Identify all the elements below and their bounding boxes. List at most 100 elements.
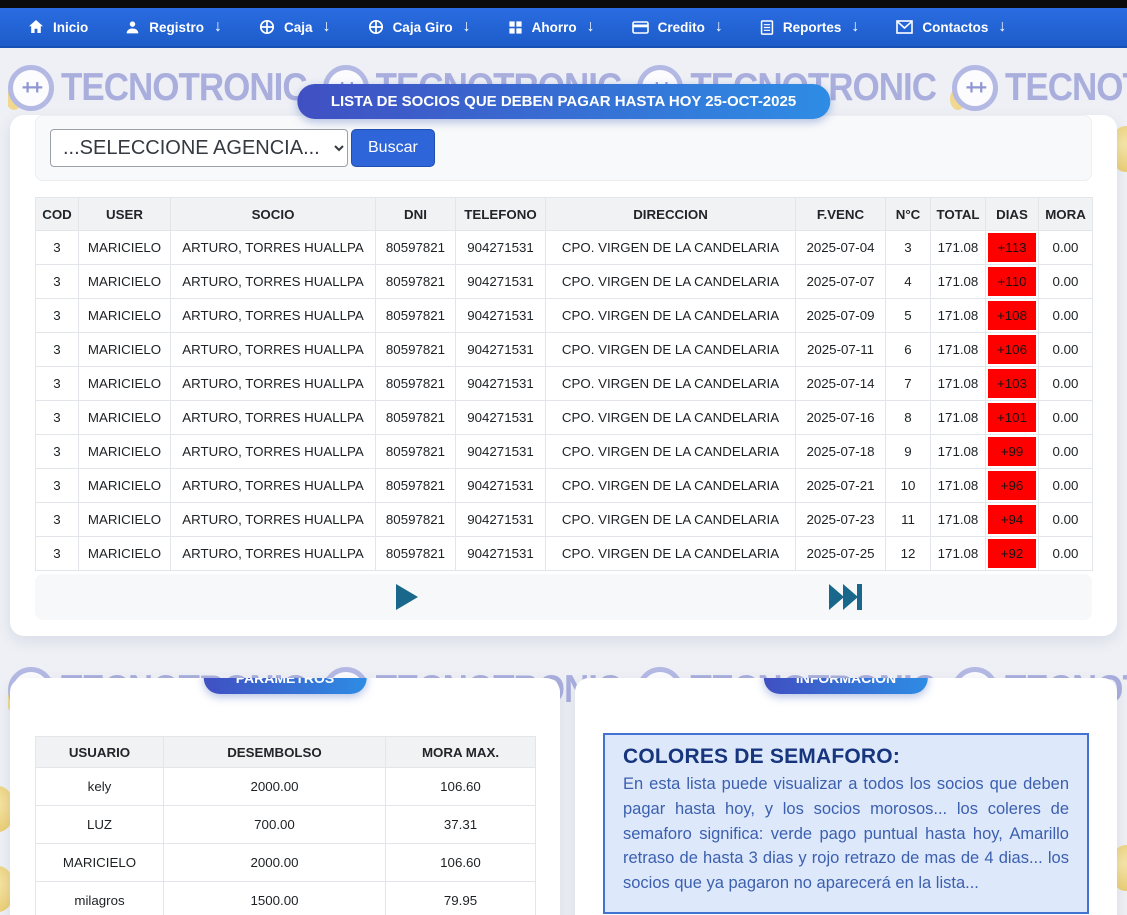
table-cell: CPO. VIRGEN DE LA CANDELARIA xyxy=(546,401,796,435)
table-cell: +106 xyxy=(986,333,1039,367)
dias-overdue-badge: +96 xyxy=(988,471,1036,500)
table-cell: 9 xyxy=(886,435,931,469)
table-cell: ARTURO, TORRES HUALLPA xyxy=(171,537,376,571)
column-header: MORA xyxy=(1039,198,1093,231)
table-cell: CPO. VIRGEN DE LA CANDELARIA xyxy=(546,299,796,333)
table-row: 3MARICIELOARTURO, TORRES HUALLPA80597821… xyxy=(36,401,1093,435)
table-cell: 80597821 xyxy=(376,469,456,503)
header-row: USUARIODESEMBOLSOMORA MAX. xyxy=(36,737,536,768)
nav-item-inicio[interactable]: Inicio xyxy=(28,19,88,35)
table-cell: 171.08 xyxy=(931,435,986,469)
column-header: DESEMBOLSO xyxy=(164,737,386,768)
table-cell: kely xyxy=(36,768,164,806)
globe-icon xyxy=(259,19,275,35)
table-cell: 171.08 xyxy=(931,265,986,299)
nav-item-label: Ahorro xyxy=(532,20,577,35)
table-cell: 3 xyxy=(36,435,79,469)
last-page-icon[interactable] xyxy=(828,582,864,617)
table-cell: 3 xyxy=(36,333,79,367)
table-cell: 6 xyxy=(886,333,931,367)
table-row: 3MARICIELOARTURO, TORRES HUALLPA80597821… xyxy=(36,231,1093,265)
table-row: milagros1500.0079.95 xyxy=(36,882,536,915)
agency-select[interactable]: ...SELECCIONE AGENCIA... xyxy=(50,129,348,167)
table-cell: 904271531 xyxy=(456,503,546,537)
column-header: USUARIO xyxy=(36,737,164,768)
table-cell: CPO. VIRGEN DE LA CANDELARIA xyxy=(546,231,796,265)
table-cell: 0.00 xyxy=(1039,299,1093,333)
nav-item-reportes[interactable]: Reportes ↓ xyxy=(760,18,860,36)
informacion-card: INFORMACION COLORES DE SEMAFORO: En esta… xyxy=(575,678,1117,915)
table-cell: 80597821 xyxy=(376,435,456,469)
table-cell: 171.08 xyxy=(931,469,986,503)
table-cell: LUZ xyxy=(36,806,164,844)
table-cell: CPO. VIRGEN DE LA CANDELARIA xyxy=(546,435,796,469)
table-cell: 1500.00 xyxy=(164,882,386,915)
table-cell: 171.08 xyxy=(931,333,986,367)
table-cell: 904271531 xyxy=(456,265,546,299)
table-cell: 171.08 xyxy=(931,367,986,401)
table-cell: 0.00 xyxy=(1039,469,1093,503)
semaforo-info-title: COLORES DE SEMAFORO: xyxy=(623,745,1069,769)
nav-item-caja[interactable]: Caja↓ xyxy=(259,18,331,36)
nav-item-credito[interactable]: Credito↓ xyxy=(632,18,723,36)
column-header: TOTAL xyxy=(931,198,986,231)
nav-item-label: Reportes xyxy=(783,20,842,35)
nav-item-registro[interactable]: Registro ↓ xyxy=(125,18,222,36)
nav-item-caja-giro[interactable]: Caja Giro↓ xyxy=(368,18,471,36)
page-title: LISTA DE SOCIOS QUE DEBEN PAGAR HASTA HO… xyxy=(297,84,830,119)
credit-card-icon xyxy=(632,20,649,35)
table-cell: 2000.00 xyxy=(164,844,386,882)
dias-overdue-badge: +99 xyxy=(988,437,1036,466)
semaforo-info-text: En esta lista puede visualizar a todos l… xyxy=(623,772,1069,896)
nav-item-label: Credito xyxy=(658,20,705,35)
table-cell: 3 xyxy=(36,401,79,435)
table-cell: 11 xyxy=(886,503,931,537)
pagination-bar xyxy=(35,574,1092,620)
table-cell: +94 xyxy=(986,503,1039,537)
home-icon xyxy=(28,19,44,35)
table-cell: MARICIELO xyxy=(36,844,164,882)
column-header: USER xyxy=(79,198,171,231)
table-cell: ARTURO, TORRES HUALLPA xyxy=(171,401,376,435)
table-row: 3MARICIELOARTURO, TORRES HUALLPA80597821… xyxy=(36,367,1093,401)
nav-item-label: Registro xyxy=(149,20,204,35)
table-row: MARICIELO2000.00106.60 xyxy=(36,844,536,882)
socios-table-head: CODUSERSOCIODNITELEFONODIRECCIONF.VENCN°… xyxy=(36,198,1093,231)
table-cell: 80597821 xyxy=(376,299,456,333)
table-cell: CPO. VIRGEN DE LA CANDELARIA xyxy=(546,469,796,503)
nav-item-ahorro[interactable]: Ahorro↓ xyxy=(508,18,595,36)
dropdown-arrow-icon: ↓ xyxy=(214,18,222,36)
nav-item-contactos[interactable]: Contactos↓ xyxy=(896,18,1006,36)
dias-overdue-badge: +108 xyxy=(988,301,1036,330)
dropdown-arrow-icon: ↓ xyxy=(998,18,1006,36)
column-header: COD xyxy=(36,198,79,231)
table-cell: 37.31 xyxy=(386,806,536,844)
table-cell: 904271531 xyxy=(456,299,546,333)
parametros-table-body: kely2000.00106.60LUZ700.0037.31MARICIELO… xyxy=(36,768,536,915)
watermark-text: TECNOTRONIC xyxy=(61,66,307,110)
table-cell: ARTURO, TORRES HUALLPA xyxy=(171,333,376,367)
next-page-icon[interactable] xyxy=(394,582,420,617)
table-cell: 171.08 xyxy=(931,299,986,333)
table-cell: 0.00 xyxy=(1039,435,1093,469)
navbar: InicioRegistro↓Caja↓Caja Giro↓Ahorro↓Cre… xyxy=(0,8,1127,48)
table-cell: 4 xyxy=(886,265,931,299)
table-cell: 80597821 xyxy=(376,333,456,367)
table-cell: ARTURO, TORRES HUALLPA xyxy=(171,265,376,299)
table-cell: 12 xyxy=(886,537,931,571)
informacion-title: INFORMACION xyxy=(764,678,928,694)
table-cell: 79.95 xyxy=(386,882,536,915)
table-cell: 2025-07-07 xyxy=(796,265,886,299)
socios-table: CODUSERSOCIODNITELEFONODIRECCIONF.VENCN°… xyxy=(35,197,1093,571)
table-cell: MARICIELO xyxy=(79,299,171,333)
buscar-button[interactable]: Buscar xyxy=(351,129,435,167)
header-row: CODUSERSOCIODNITELEFONODIRECCIONF.VENCN°… xyxy=(36,198,1093,231)
table-cell: 3 xyxy=(36,503,79,537)
dias-overdue-badge: +103 xyxy=(988,369,1036,398)
dropdown-arrow-icon: ↓ xyxy=(851,18,859,36)
table-row: 3MARICIELOARTURO, TORRES HUALLPA80597821… xyxy=(36,435,1093,469)
table-cell: 171.08 xyxy=(931,401,986,435)
table-cell: 80597821 xyxy=(376,537,456,571)
table-cell: +101 xyxy=(986,401,1039,435)
table-row: LUZ700.0037.31 xyxy=(36,806,536,844)
